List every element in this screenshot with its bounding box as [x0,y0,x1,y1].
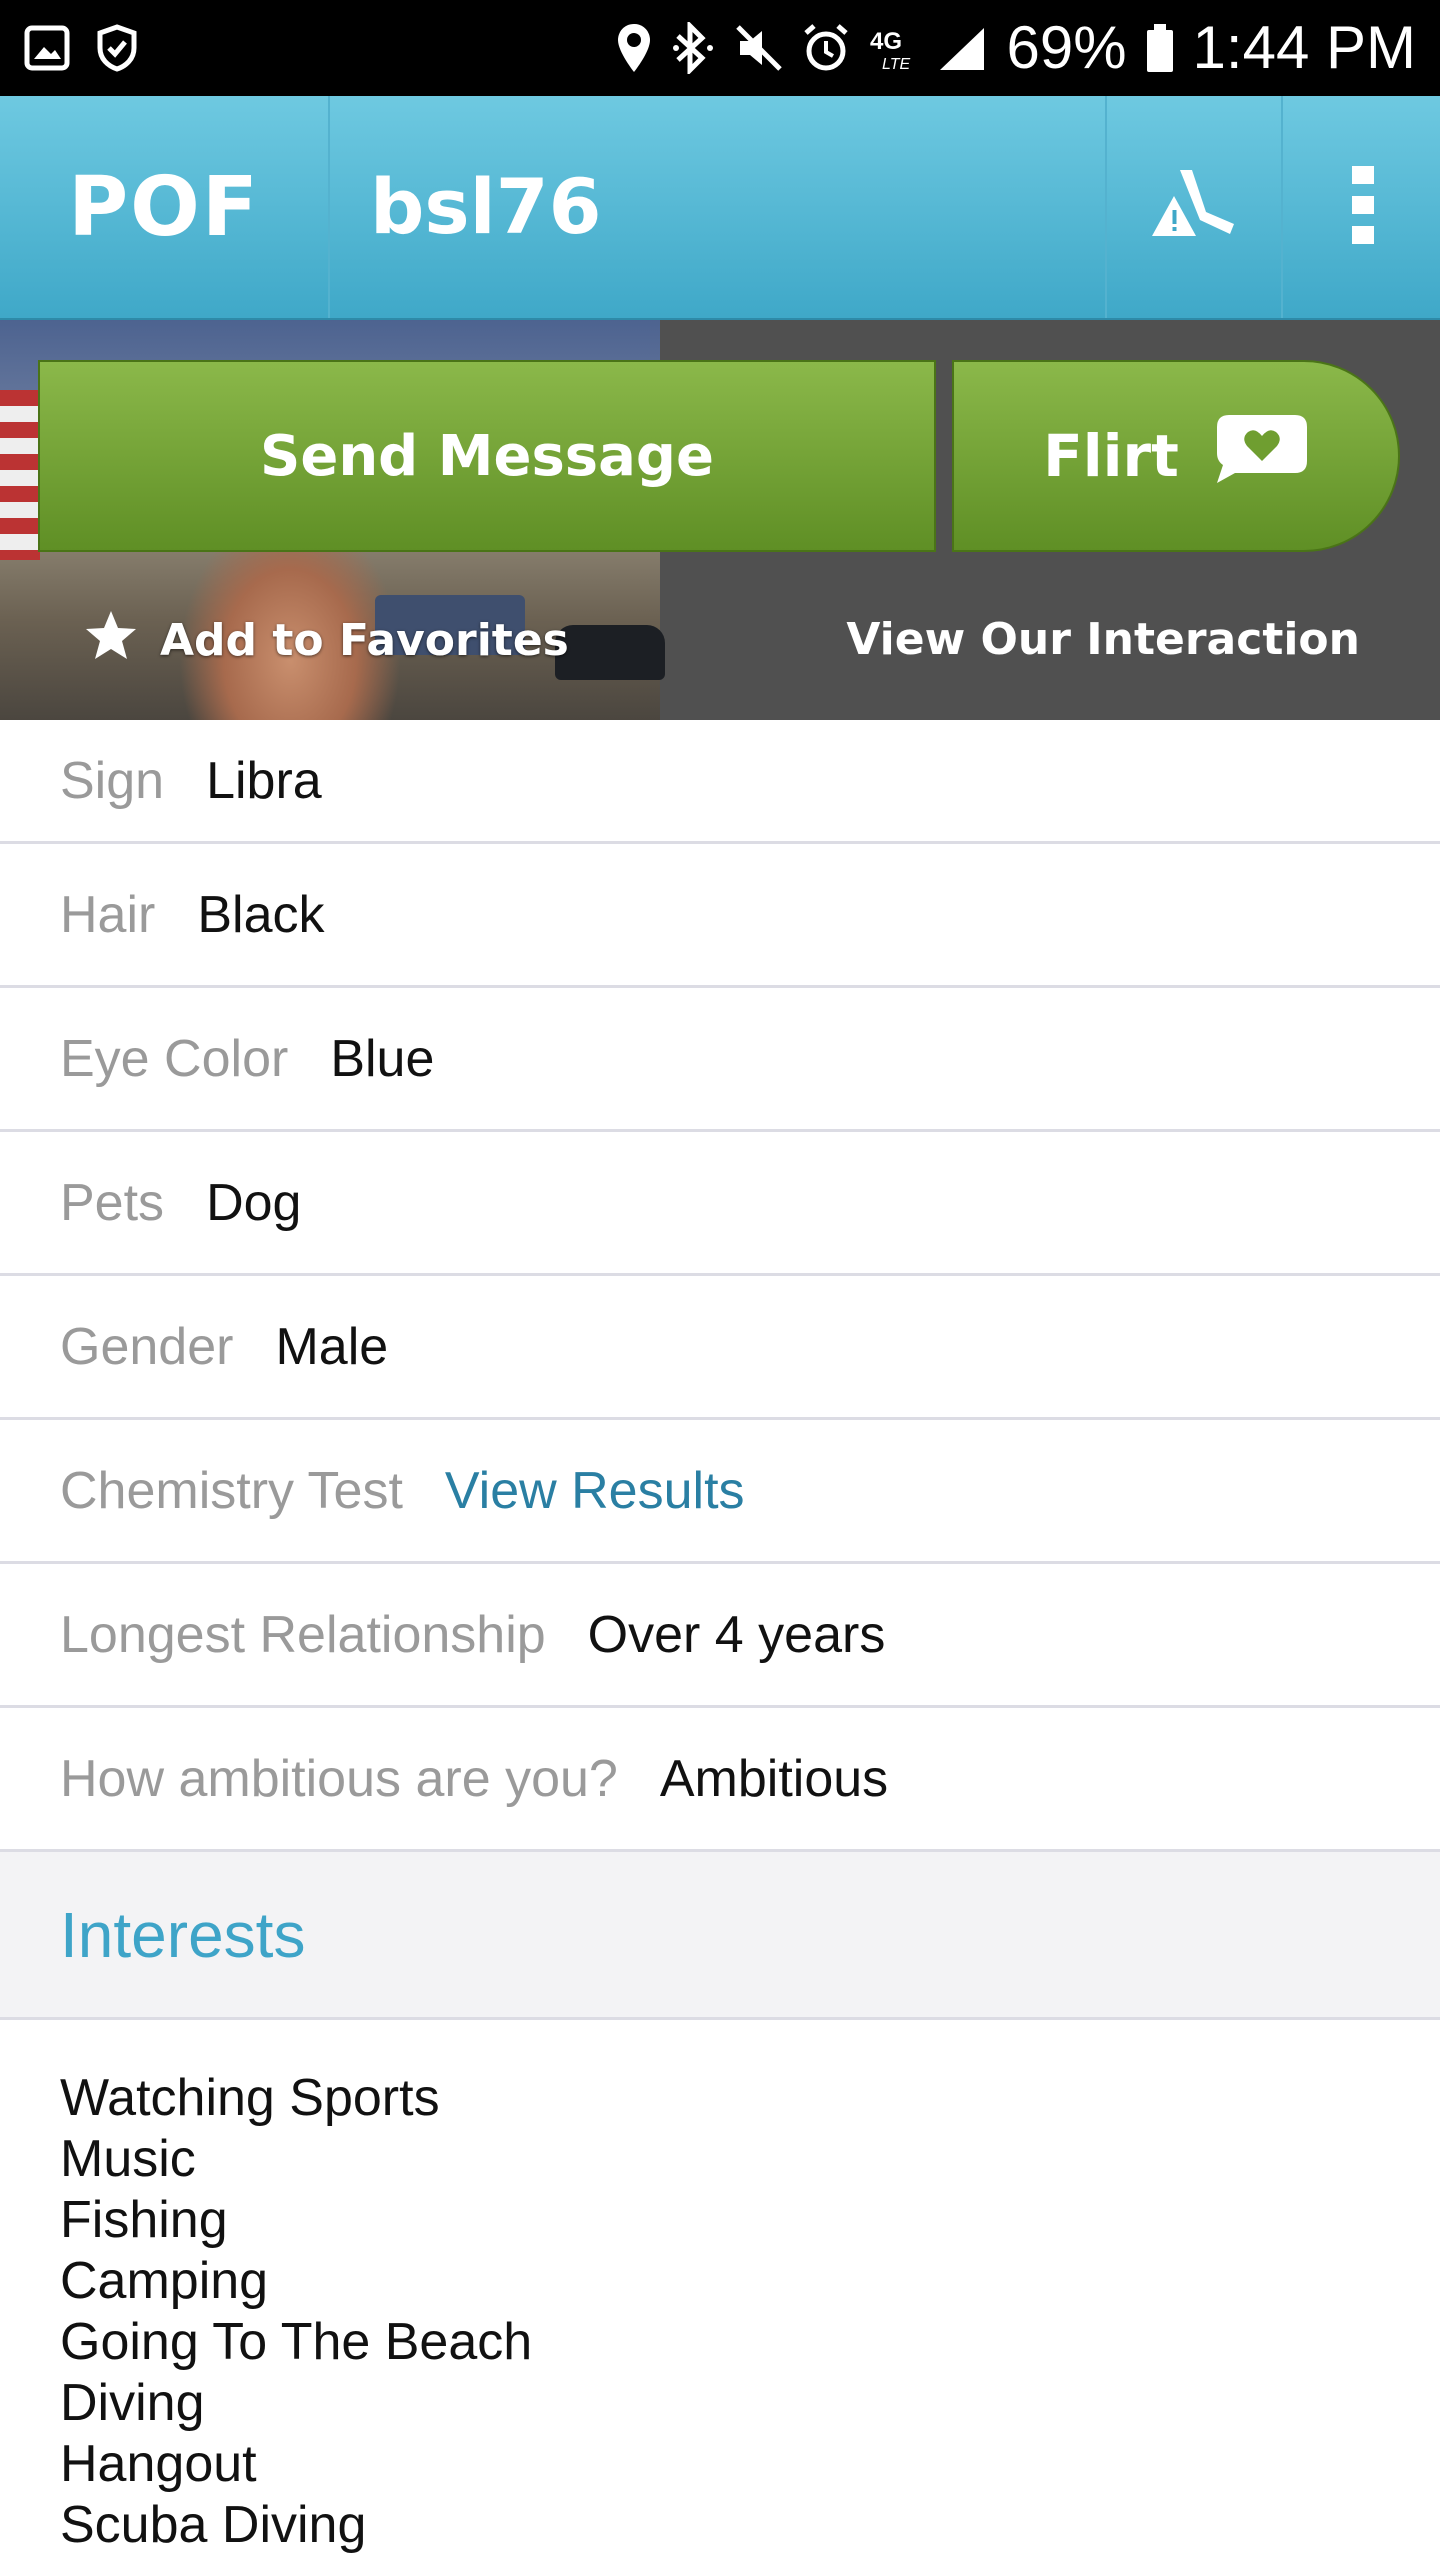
alarm-icon [802,23,850,73]
interest-item: Going To The Beach [60,2313,533,2371]
battery-percent: 69% [1006,14,1127,81]
send-message-label: Send Message [260,423,714,489]
add-to-favorites-link[interactable]: Add to Favorites [84,605,569,675]
detail-value: Libra [206,751,322,810]
svg-text:4G: 4G [870,28,902,55]
detail-label: Chemistry Test [60,1461,403,1520]
detail-row-sign: Sign Libra [0,720,1440,844]
profile-details: Sign Libra Hair Black Eye Color Blue Pet… [0,720,1440,1852]
detail-value: Black [197,885,325,944]
more-icon [1348,160,1378,255]
mute-icon [734,23,784,73]
more-options-button[interactable] [1281,96,1440,318]
clock: 1:44 PM [1192,14,1416,81]
shield-check-icon [96,24,138,72]
profile-header: Send Message Flirt Add to Favorites View… [0,320,1440,720]
detail-value: Male [275,1317,389,1376]
interest-item: Hangout [60,2435,257,2493]
detail-label: Hair [60,885,156,944]
heart-bubble-icon [1215,413,1309,499]
interest-item: Diving [60,2374,205,2432]
app-logo[interactable]: POF [0,96,330,318]
interest-item: Camping [60,2252,269,2310]
detail-label: How ambitious are you? [60,1749,618,1808]
signal-icon [936,24,988,72]
detail-value: Over 4 years [587,1605,886,1664]
status-bar: 4G LTE 69% 1:44 PM [0,0,1440,96]
report-button[interactable] [1105,96,1282,318]
detail-label: Longest Relationship [60,1605,546,1664]
detail-value: Ambitious [659,1749,889,1808]
detail-row-longest-relationship: Longest Relationship Over 4 years [0,1564,1440,1708]
detail-label: Pets [60,1173,165,1232]
view-results-link[interactable]: View Results [445,1461,745,1521]
gallery-icon [24,25,70,71]
app-bar: POF bsl76 [0,96,1440,320]
interest-item: Fishing [60,2191,228,2249]
interest-item: Scuba Diving [60,2496,367,2554]
detail-label: Gender [60,1317,234,1376]
battery-icon [1145,22,1175,74]
detail-row-pets: Pets Dog [0,1132,1440,1276]
photo-flag [0,390,40,560]
detail-row-hair: Hair Black [0,844,1440,988]
interest-item: Music [60,2130,196,2188]
interests-list: Watching Sports Music Fishing Camping Go… [60,2068,532,2556]
view-interaction-link[interactable]: View Our Interaction [846,605,1360,675]
detail-value: Dog [206,1173,302,1232]
photo-car [555,625,665,680]
detail-label: Sign [60,751,165,810]
location-icon [616,22,652,74]
interests-section-title: Interests [0,1852,1440,2020]
network-icon: 4G LTE [868,23,918,73]
interest-item: Watching Sports [60,2069,440,2127]
detail-row-ambition: How ambitious are you? Ambitious [0,1708,1440,1852]
profile-username: bsl76 [370,162,602,251]
flirt-label: Flirt [1043,422,1179,490]
add-to-favorites-label: Add to Favorites [160,614,569,666]
send-message-button[interactable]: Send Message [38,360,936,552]
report-icon [1150,160,1240,255]
detail-label: Eye Color [60,1029,289,1088]
detail-row-gender: Gender Male [0,1276,1440,1420]
flirt-button[interactable]: Flirt [952,360,1400,552]
detail-row-chemistry-test: Chemistry Test View Results [0,1420,1440,1564]
bluetooth-icon [670,22,716,74]
detail-value: Blue [330,1029,435,1088]
star-icon [84,609,138,672]
svg-text:LTE: LTE [882,56,910,73]
detail-row-eye-color: Eye Color Blue [0,988,1440,1132]
